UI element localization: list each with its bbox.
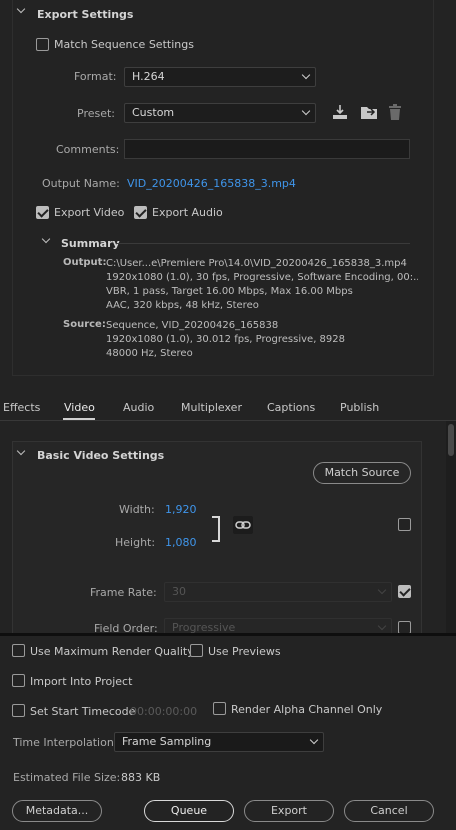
export-audio-label: Export Audio [152,206,223,219]
render-alpha-label: Render Alpha Channel Only [231,703,383,716]
max-render-quality-checkbox[interactable] [12,644,25,657]
output-summary-label: Output: [63,257,107,268]
delete-preset-icon[interactable] [388,104,402,120]
output-line: 1920x1080 (1.0), 30 fps, Progressive, So… [106,272,418,283]
output-name-link[interactable]: VID_20200426_165838_3.mp4 [127,177,296,190]
frame-rate-match-checkbox[interactable] [398,585,411,598]
import-into-project-checkbox[interactable] [12,674,25,687]
preset-label: Preset: [77,107,116,120]
export-audio-checkbox[interactable] [134,206,147,219]
width-label: Width: [119,503,155,516]
source-summary-text: Sequence, VID_20200426_165838 1920x1080 … [106,319,418,361]
source-line: 48000 Hz, Stereo [106,348,193,359]
time-interpolation-value: Frame Sampling [122,735,212,748]
format-value: H.264 [132,70,165,83]
export-video-label: Export Video [54,206,125,219]
set-start-timecode-checkbox[interactable] [12,704,25,717]
preset-dropdown[interactable]: Custom [124,103,316,123]
source-line: 1920x1080 (1.0), 30.012 fps, Progressive… [106,334,345,345]
use-previews-label: Use Previews [208,645,281,658]
summary-divider [116,243,410,244]
cancel-button[interactable]: Cancel [344,800,434,822]
estimated-file-size-label: Estimated File Size: [13,771,121,784]
frame-rate-label: Frame Rate: [90,586,157,599]
height-label: Height: [115,536,156,549]
basic-video-title: Basic Video Settings [37,449,165,462]
output-summary-text: C:\User...e\Premiere Pro\14.0\VID_202004… [106,257,418,313]
time-interpolation-label: Time Interpolation: [13,736,118,749]
chevron-down-icon [301,70,311,80]
set-start-timecode-label: Set Start Timecode [30,705,136,718]
output-line: VBR, 1 pass, Target 16.00 Mbps, Max 16.0… [106,286,353,297]
preset-value: Custom [132,106,175,119]
chevron-down-icon [301,106,311,116]
chevron-down-icon [377,621,387,631]
output-line: AAC, 320 kbps, 48 kHz, Stereo [106,300,259,311]
output-line: C:\User...e\Premiere Pro\14.0\VID_202004… [106,258,407,269]
width-height-match-checkbox[interactable] [398,518,411,531]
tab-video-underline [63,418,95,420]
tab-multiplexer[interactable]: Multiplexer [181,401,242,414]
max-render-quality-label: Use Maximum Render Quality [30,645,194,658]
aspect-bracket [212,516,220,542]
format-dropdown[interactable]: H.264 [124,67,316,87]
chevron-down-icon [309,735,319,745]
comments-input[interactable] [124,139,410,159]
height-value[interactable]: 1,080 [165,536,197,549]
start-timecode-value[interactable]: 00:00:00:00 [130,705,197,718]
tab-publish[interactable]: Publish [340,401,379,414]
link-icon[interactable] [233,516,253,534]
chevron-down-icon [377,585,387,595]
queue-button[interactable]: Queue [144,800,234,822]
use-previews-checkbox[interactable] [190,644,203,657]
frame-rate-value: 30 [172,585,186,598]
scrollbar-thumb[interactable] [448,424,454,456]
export-settings-title: Export Settings [37,8,134,21]
time-interpolation-dropdown[interactable]: Frame Sampling [114,732,324,752]
estimated-file-size-value: 883 KB [121,771,161,784]
tab-captions[interactable]: Captions [267,401,315,414]
tab-effects[interactable]: Effects [3,401,40,414]
format-label: Format: [74,70,117,83]
tab-audio[interactable]: Audio [123,401,154,414]
match-sequence-checkbox[interactable] [36,38,49,51]
summary-title: Summary [61,237,120,250]
source-line: Sequence, VID_20200426_165838 [106,320,279,331]
tab-video[interactable]: Video [64,401,95,414]
export-video-checkbox[interactable] [36,206,49,219]
output-name-label: Output Name: [42,177,120,190]
match-source-button[interactable]: Match Source [313,462,411,484]
comments-label: Comments: [56,143,120,156]
import-into-project-label: Import Into Project [30,675,133,688]
export-button[interactable]: Export [244,800,334,822]
metadata-button[interactable]: Metadata... [12,800,102,822]
frame-rate-dropdown[interactable]: 30 [164,582,392,602]
match-sequence-label: Match Sequence Settings [54,38,194,51]
width-value[interactable]: 1,920 [165,503,197,516]
render-alpha-checkbox[interactable] [213,702,226,715]
import-preset-icon[interactable] [332,104,348,120]
save-preset-icon[interactable] [360,104,378,120]
source-summary-label: Source: [63,319,106,330]
